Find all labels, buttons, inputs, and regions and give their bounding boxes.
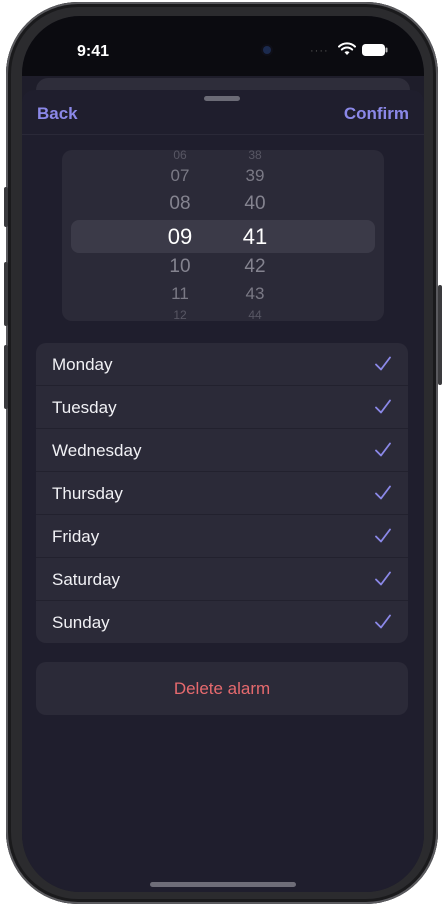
checkmark-icon	[375, 571, 391, 586]
day-row-thursday[interactable]: Thursday	[36, 472, 408, 515]
day-row-sunday[interactable]: Sunday	[36, 601, 408, 643]
day-label: Friday	[52, 527, 100, 546]
signal-icon: ····	[310, 45, 329, 57]
minute-option[interactable]: 40	[230, 193, 280, 215]
hour-option[interactable]: 08	[155, 193, 205, 215]
hour-option[interactable]: 10	[155, 256, 205, 278]
back-button[interactable]: Back	[37, 104, 78, 124]
day-label: Wednesday	[52, 441, 142, 460]
time-picker[interactable]: 06 07 08 09 10 11 12 38 39 40 41 42 43 4…	[62, 150, 384, 321]
hour-option[interactable]: 12	[155, 308, 205, 321]
battery-icon	[362, 44, 388, 56]
day-row-friday[interactable]: Friday	[36, 515, 408, 558]
volume-up-button	[4, 262, 8, 326]
volume-down-button	[4, 345, 8, 409]
day-label: Saturday	[52, 570, 121, 589]
edit-alarm-sheet: Back Confirm 06 07 08 09 10 11 12 38 39 …	[22, 90, 424, 892]
action-button	[4, 187, 8, 227]
hour-wheel[interactable]: 06 07 08 09 10 11 12	[155, 150, 205, 321]
delete-alarm-button[interactable]: Delete alarm	[36, 662, 408, 715]
checkmark-icon	[375, 614, 391, 629]
checkmark-icon	[375, 485, 391, 500]
day-row-monday[interactable]: Monday	[36, 343, 408, 386]
sheet-grabber[interactable]	[204, 96, 240, 101]
status-time: 9:41	[77, 43, 110, 60]
day-label: Monday	[52, 355, 113, 374]
nav-divider	[22, 134, 424, 135]
day-row-wednesday[interactable]: Wednesday	[36, 429, 408, 472]
day-label: Tuesday	[52, 398, 117, 417]
minute-selected[interactable]: 41	[230, 224, 280, 250]
home-indicator[interactable]	[150, 882, 296, 887]
repeat-days-list: Monday Tuesday Wednesday Thursday Friday…	[36, 343, 408, 643]
screen: 9:41 ···· Back Confirm 06 07 08 09 10 11…	[22, 16, 424, 892]
checkmark-icon	[375, 528, 391, 543]
delete-alarm-label: Delete alarm	[173, 679, 271, 698]
front-camera-icon	[263, 46, 271, 54]
day-row-tuesday[interactable]: Tuesday	[36, 386, 408, 429]
day-label: Sunday	[52, 613, 110, 632]
day-row-saturday[interactable]: Saturday	[36, 558, 408, 601]
picker-selection-highlight	[71, 220, 375, 253]
checkmark-icon	[375, 356, 391, 371]
status-bar: 9:41 ····	[22, 16, 424, 76]
confirm-button[interactable]: Confirm	[344, 104, 409, 124]
minute-wheel[interactable]: 38 39 40 41 42 43 44	[230, 150, 280, 321]
checkmark-icon	[375, 442, 391, 457]
minute-option[interactable]: 38	[230, 150, 280, 162]
minute-option[interactable]: 42	[230, 256, 280, 278]
hour-selected[interactable]: 09	[155, 224, 205, 250]
hour-option[interactable]: 06	[155, 150, 205, 162]
wifi-icon	[338, 42, 356, 55]
power-button	[438, 285, 442, 385]
checkmark-icon	[375, 399, 391, 414]
hour-option[interactable]: 11	[155, 284, 205, 304]
minute-option[interactable]: 43	[230, 284, 280, 304]
hour-option[interactable]: 07	[155, 166, 205, 186]
minute-option[interactable]: 39	[230, 166, 280, 186]
day-label: Thursday	[52, 484, 123, 503]
minute-option[interactable]: 44	[230, 308, 280, 321]
